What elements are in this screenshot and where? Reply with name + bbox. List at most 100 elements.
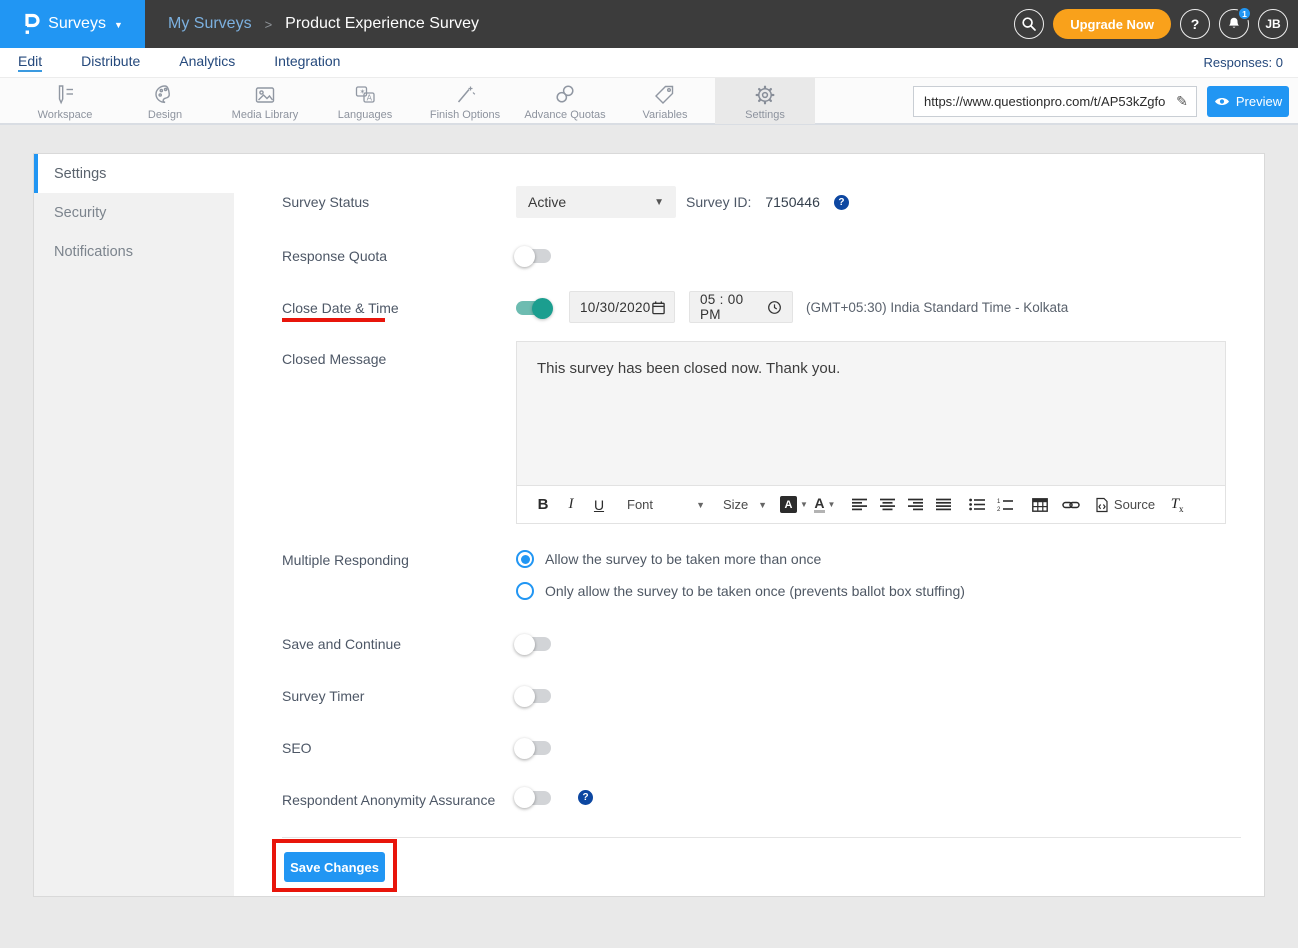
bullet-list-icon [969,498,985,511]
toolbar-item-advance-quotas[interactable]: Advance Quotas [515,78,615,124]
search-button[interactable] [1014,9,1044,39]
notifications-button[interactable]: 1 [1219,9,1249,39]
underline-button[interactable]: U [588,492,610,518]
close-date-time-toggle[interactable] [516,301,551,315]
insert-link-button[interactable] [1060,492,1082,518]
sidebar-item-security[interactable]: Security [34,193,234,232]
breadcrumb-separator-icon: > [265,17,273,32]
bullet-list-button[interactable] [966,492,988,518]
background-color-button[interactable]: A ▼ [780,492,808,518]
edit-url-pencil-icon[interactable]: ✎ [1168,93,1196,110]
chevron-down-icon: ▼ [828,500,836,509]
radio-icon [516,550,534,568]
sidebar-item-settings[interactable]: Settings [34,154,234,193]
survey-id-help-icon[interactable]: ? [834,195,849,210]
save-and-continue-toggle[interactable] [516,637,551,651]
text-color-button[interactable]: A ▼ [814,492,836,518]
source-document-icon [1095,497,1109,513]
product-switcher[interactable]: Surveys ▼ [0,0,145,48]
toolbar-item-finish-options[interactable]: Finish Options [415,78,515,124]
workspace-icon [52,82,78,108]
chevron-down-icon: ▼ [696,500,705,510]
align-left-button[interactable] [849,492,871,518]
chevron-down-icon: ▼ [800,500,808,509]
size-dropdown[interactable]: Size ▼ [723,497,767,512]
numbered-list-button[interactable]: 12 [994,492,1016,518]
remove-format-button[interactable]: Tx [1166,492,1188,518]
avatar-initials: JB [1265,17,1280,31]
questionpro-logo-icon [22,12,40,37]
survey-timer-toggle[interactable] [516,689,551,703]
upgrade-now-button[interactable]: Upgrade Now [1053,9,1171,39]
bold-button[interactable]: B [532,492,554,518]
finish-options-wand-icon [452,82,478,108]
product-label: Surveys [48,15,106,33]
closed-message-label: Closed Message [282,351,386,367]
toolbar-item-media-library[interactable]: Media Library [215,78,315,124]
tab-analytics[interactable]: Analytics [179,53,235,72]
settings-gear-icon [752,82,778,108]
calendar-icon [651,300,666,315]
respondent-anonymity-help-icon[interactable]: ? [578,790,593,805]
italic-button[interactable]: I [560,492,582,518]
save-and-continue-label: Save and Continue [282,636,401,652]
design-palette-icon [152,82,178,108]
notification-badge: 1 [1237,6,1252,21]
align-right-button[interactable] [905,492,927,518]
respondent-anonymity-label: Respondent Anonymity Assurance [282,792,495,808]
close-time-field[interactable]: 05 : 00 PM [689,291,793,323]
numbered-list-icon: 12 [997,498,1013,512]
toolbar-item-languages[interactable]: ✶ A Languages [315,78,415,124]
edit-toolbar: Workspace Design [0,77,1298,125]
respondent-anonymity-controls: ? [516,790,593,805]
tab-edit[interactable]: Edit [18,53,42,72]
settings-sidebar: Settings Security Notifications [34,154,234,896]
toolbar-item-design[interactable]: Design [115,78,215,124]
respondent-anonymity-toggle[interactable] [516,791,551,805]
radio-once-only[interactable]: Only allow the survey to be taken once (… [516,582,965,600]
svg-text:A: A [367,93,373,102]
advance-quotas-links-icon [552,82,578,108]
survey-status-value: Active [528,194,566,210]
align-center-button[interactable] [877,492,899,518]
closed-message-editor: This survey has been closed now. Thank y… [516,341,1226,524]
preview-button[interactable]: Preview [1207,86,1289,117]
survey-url-input[interactable] [914,94,1168,109]
help-button[interactable]: ? [1180,9,1210,39]
survey-status-dropdown[interactable]: Active ▼ [516,186,676,218]
tab-integration[interactable]: Integration [274,53,340,72]
section-nav: Edit Distribute Analytics Integration Re… [0,48,1298,77]
response-quota-toggle[interactable] [516,249,551,263]
close-time-value: 05 : 00 PM [700,292,767,322]
close-date-field[interactable]: 10/30/2020 [569,291,675,323]
variables-tag-icon [652,82,678,108]
top-bar: Surveys ▼ My Surveys > Product Experienc… [0,0,1298,48]
justify-button[interactable] [933,492,955,518]
red-underline-annotation [282,318,385,322]
eye-icon [1214,96,1230,107]
radio-multiple-allowed[interactable]: Allow the survey to be taken more than o… [516,550,821,568]
tab-distribute[interactable]: Distribute [81,53,140,72]
breadcrumb-my-surveys[interactable]: My Surveys [168,15,252,33]
survey-id-value: 7150446 [765,194,820,210]
avatar[interactable]: JB [1258,9,1288,39]
toolbar-item-settings[interactable]: Settings [715,78,815,124]
survey-title: Product Experience Survey [285,15,479,33]
seo-toggle[interactable] [516,741,551,755]
languages-icon: ✶ A [352,82,378,108]
font-dropdown[interactable]: Font ▼ [627,497,705,512]
save-changes-button[interactable]: Save Changes [284,852,385,882]
section-tabs: Edit Distribute Analytics Integration [18,48,340,77]
source-button[interactable]: Source [1095,492,1155,518]
toolbar-item-variables[interactable]: Variables [615,78,715,124]
toolbar-item-workspace[interactable]: Workspace [15,78,115,124]
survey-status-label: Survey Status [282,194,369,210]
closed-message-text[interactable]: This survey has been closed now. Thank y… [517,342,1225,485]
breadcrumb: My Surveys > Product Experience Survey [168,0,479,48]
align-center-icon [880,498,895,511]
insert-table-button[interactable] [1029,492,1051,518]
close-date-value: 10/30/2020 [580,300,651,315]
sidebar-item-notifications[interactable]: Notifications [34,232,234,271]
remove-format-icon: Tx [1171,496,1184,514]
link-icon [1062,498,1080,512]
